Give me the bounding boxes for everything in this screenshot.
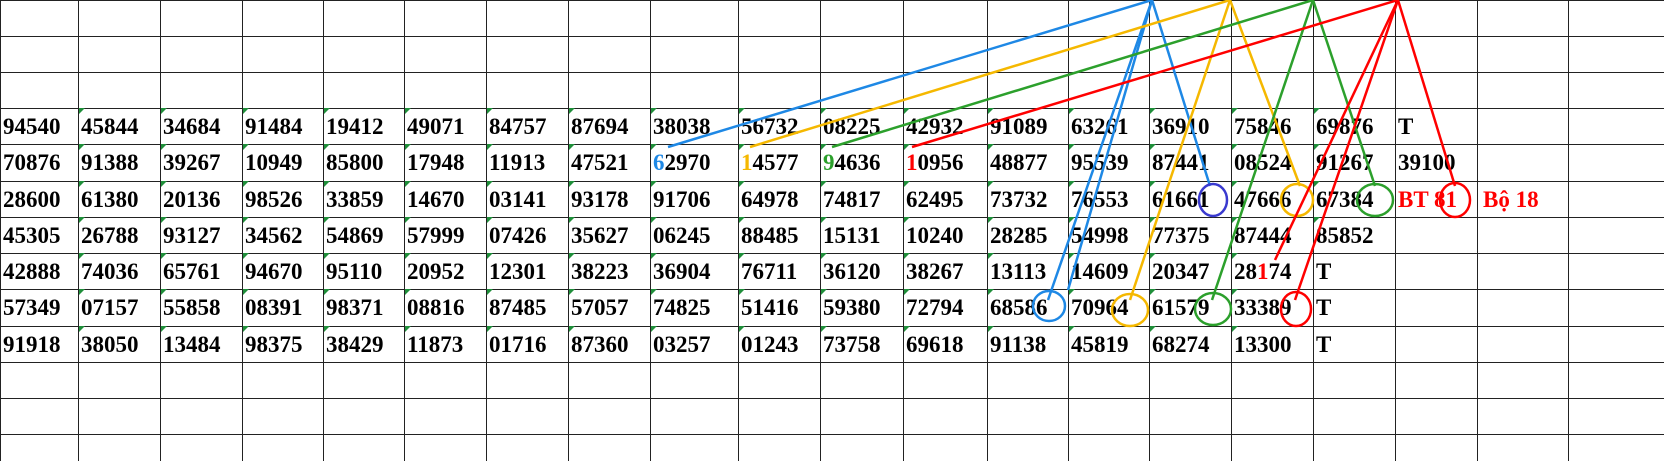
blue-connector-line [1066,0,1154,291]
red-connector-line [1273,0,1400,261]
green-connector-line [831,0,1314,149]
blue-connector-line [667,0,1153,149]
red-connector-line [1396,0,1457,187]
green-connector-line [1210,0,1315,301]
blue-connector-line [1150,0,1212,187]
annotation-overlay [667,0,1472,328]
yellow-connector-line [1128,0,1232,301]
navy-circle [1197,182,1229,218]
blue-connector-line [1046,0,1154,301]
spreadsheet-grid: 94540 45844 34684 91484 19412 49071 84757 87694… [0,0,1664,461]
yellow-connector-line [1228,0,1302,187]
green-circle [1355,182,1395,218]
red-connector-line [1293,0,1400,301]
red-circle [1438,181,1472,219]
